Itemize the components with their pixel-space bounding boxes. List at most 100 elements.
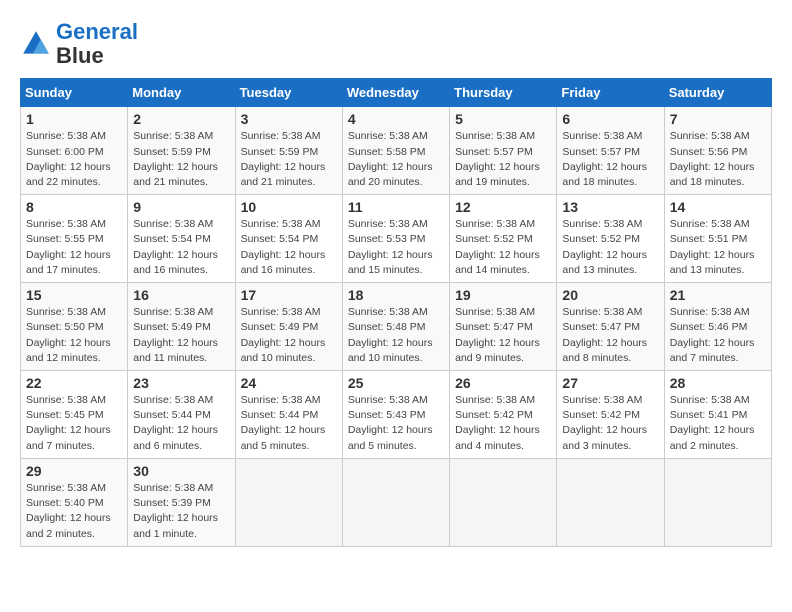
calendar-cell xyxy=(342,458,449,546)
day-number: 20 xyxy=(562,287,658,303)
day-info: Sunrise: 5:38 AMSunset: 5:57 PMDaylight:… xyxy=(455,130,540,188)
day-info: Sunrise: 5:38 AMSunset: 5:42 PMDaylight:… xyxy=(562,394,647,452)
day-info: Sunrise: 5:38 AMSunset: 5:47 PMDaylight:… xyxy=(562,306,647,364)
logo-text: GeneralBlue xyxy=(56,20,138,68)
day-info: Sunrise: 5:38 AMSunset: 5:50 PMDaylight:… xyxy=(26,306,111,364)
day-info: Sunrise: 5:38 AMSunset: 5:48 PMDaylight:… xyxy=(348,306,433,364)
day-number: 6 xyxy=(562,111,658,127)
calendar-week-5: 29 Sunrise: 5:38 AMSunset: 5:40 PMDaylig… xyxy=(21,458,772,546)
day-number: 14 xyxy=(670,199,766,215)
col-header-sunday: Sunday xyxy=(21,79,128,107)
page-header: GeneralBlue xyxy=(20,20,772,68)
calendar-cell: 15 Sunrise: 5:38 AMSunset: 5:50 PMDaylig… xyxy=(21,283,128,371)
day-number: 24 xyxy=(241,375,337,391)
calendar-cell: 30 Sunrise: 5:38 AMSunset: 5:39 PMDaylig… xyxy=(128,458,235,546)
day-number: 29 xyxy=(26,463,122,479)
calendar-cell xyxy=(664,458,771,546)
day-info: Sunrise: 5:38 AMSunset: 5:40 PMDaylight:… xyxy=(26,482,111,540)
day-info: Sunrise: 5:38 AMSunset: 5:57 PMDaylight:… xyxy=(562,130,647,188)
day-number: 30 xyxy=(133,463,229,479)
day-number: 2 xyxy=(133,111,229,127)
day-info: Sunrise: 5:38 AMSunset: 5:46 PMDaylight:… xyxy=(670,306,755,364)
day-info: Sunrise: 5:38 AMSunset: 5:49 PMDaylight:… xyxy=(133,306,218,364)
day-number: 28 xyxy=(670,375,766,391)
calendar-cell: 8 Sunrise: 5:38 AMSunset: 5:55 PMDayligh… xyxy=(21,195,128,283)
calendar-header: SundayMondayTuesdayWednesdayThursdayFrid… xyxy=(21,79,772,107)
col-header-tuesday: Tuesday xyxy=(235,79,342,107)
day-number: 4 xyxy=(348,111,444,127)
calendar-cell: 16 Sunrise: 5:38 AMSunset: 5:49 PMDaylig… xyxy=(128,283,235,371)
day-info: Sunrise: 5:38 AMSunset: 5:43 PMDaylight:… xyxy=(348,394,433,452)
calendar-cell: 13 Sunrise: 5:38 AMSunset: 5:52 PMDaylig… xyxy=(557,195,664,283)
col-header-saturday: Saturday xyxy=(664,79,771,107)
calendar-week-4: 22 Sunrise: 5:38 AMSunset: 5:45 PMDaylig… xyxy=(21,371,772,459)
calendar-cell: 17 Sunrise: 5:38 AMSunset: 5:49 PMDaylig… xyxy=(235,283,342,371)
calendar-cell: 28 Sunrise: 5:38 AMSunset: 5:41 PMDaylig… xyxy=(664,371,771,459)
day-number: 1 xyxy=(26,111,122,127)
col-header-thursday: Thursday xyxy=(450,79,557,107)
day-info: Sunrise: 5:38 AMSunset: 5:41 PMDaylight:… xyxy=(670,394,755,452)
col-header-friday: Friday xyxy=(557,79,664,107)
calendar-cell: 10 Sunrise: 5:38 AMSunset: 5:54 PMDaylig… xyxy=(235,195,342,283)
calendar-cell: 6 Sunrise: 5:38 AMSunset: 5:57 PMDayligh… xyxy=(557,107,664,195)
col-header-wednesday: Wednesday xyxy=(342,79,449,107)
day-number: 8 xyxy=(26,199,122,215)
calendar-cell: 1 Sunrise: 5:38 AMSunset: 6:00 PMDayligh… xyxy=(21,107,128,195)
calendar-cell: 26 Sunrise: 5:38 AMSunset: 5:42 PMDaylig… xyxy=(450,371,557,459)
calendar-cell: 20 Sunrise: 5:38 AMSunset: 5:47 PMDaylig… xyxy=(557,283,664,371)
calendar-week-1: 1 Sunrise: 5:38 AMSunset: 6:00 PMDayligh… xyxy=(21,107,772,195)
calendar-cell: 14 Sunrise: 5:38 AMSunset: 5:51 PMDaylig… xyxy=(664,195,771,283)
day-info: Sunrise: 5:38 AMSunset: 5:59 PMDaylight:… xyxy=(241,130,326,188)
day-number: 10 xyxy=(241,199,337,215)
day-info: Sunrise: 5:38 AMSunset: 5:52 PMDaylight:… xyxy=(562,218,647,276)
day-info: Sunrise: 5:38 AMSunset: 5:54 PMDaylight:… xyxy=(241,218,326,276)
calendar-cell: 22 Sunrise: 5:38 AMSunset: 5:45 PMDaylig… xyxy=(21,371,128,459)
calendar-cell: 25 Sunrise: 5:38 AMSunset: 5:43 PMDaylig… xyxy=(342,371,449,459)
day-info: Sunrise: 5:38 AMSunset: 5:45 PMDaylight:… xyxy=(26,394,111,452)
logo-icon xyxy=(20,28,52,60)
day-info: Sunrise: 5:38 AMSunset: 5:59 PMDaylight:… xyxy=(133,130,218,188)
calendar-cell: 7 Sunrise: 5:38 AMSunset: 5:56 PMDayligh… xyxy=(664,107,771,195)
day-info: Sunrise: 5:38 AMSunset: 5:44 PMDaylight:… xyxy=(241,394,326,452)
day-info: Sunrise: 5:38 AMSunset: 5:55 PMDaylight:… xyxy=(26,218,111,276)
day-number: 16 xyxy=(133,287,229,303)
calendar-table: SundayMondayTuesdayWednesdayThursdayFrid… xyxy=(20,78,772,546)
calendar-cell: 12 Sunrise: 5:38 AMSunset: 5:52 PMDaylig… xyxy=(450,195,557,283)
calendar-cell: 27 Sunrise: 5:38 AMSunset: 5:42 PMDaylig… xyxy=(557,371,664,459)
calendar-cell: 24 Sunrise: 5:38 AMSunset: 5:44 PMDaylig… xyxy=(235,371,342,459)
calendar-cell: 18 Sunrise: 5:38 AMSunset: 5:48 PMDaylig… xyxy=(342,283,449,371)
day-info: Sunrise: 5:38 AMSunset: 5:47 PMDaylight:… xyxy=(455,306,540,364)
day-info: Sunrise: 5:38 AMSunset: 5:49 PMDaylight:… xyxy=(241,306,326,364)
day-info: Sunrise: 5:38 AMSunset: 5:52 PMDaylight:… xyxy=(455,218,540,276)
day-number: 26 xyxy=(455,375,551,391)
day-number: 11 xyxy=(348,199,444,215)
calendar-cell: 5 Sunrise: 5:38 AMSunset: 5:57 PMDayligh… xyxy=(450,107,557,195)
calendar-cell: 3 Sunrise: 5:38 AMSunset: 5:59 PMDayligh… xyxy=(235,107,342,195)
calendar-cell: 4 Sunrise: 5:38 AMSunset: 5:58 PMDayligh… xyxy=(342,107,449,195)
calendar-cell xyxy=(450,458,557,546)
day-number: 23 xyxy=(133,375,229,391)
day-number: 25 xyxy=(348,375,444,391)
day-info: Sunrise: 5:38 AMSunset: 5:51 PMDaylight:… xyxy=(670,218,755,276)
day-number: 3 xyxy=(241,111,337,127)
calendar-week-2: 8 Sunrise: 5:38 AMSunset: 5:55 PMDayligh… xyxy=(21,195,772,283)
day-number: 15 xyxy=(26,287,122,303)
calendar-cell: 2 Sunrise: 5:38 AMSunset: 5:59 PMDayligh… xyxy=(128,107,235,195)
calendar-cell xyxy=(235,458,342,546)
day-number: 9 xyxy=(133,199,229,215)
calendar-week-3: 15 Sunrise: 5:38 AMSunset: 5:50 PMDaylig… xyxy=(21,283,772,371)
day-number: 19 xyxy=(455,287,551,303)
day-number: 22 xyxy=(26,375,122,391)
calendar-cell: 9 Sunrise: 5:38 AMSunset: 5:54 PMDayligh… xyxy=(128,195,235,283)
calendar-cell: 23 Sunrise: 5:38 AMSunset: 5:44 PMDaylig… xyxy=(128,371,235,459)
calendar-cell: 29 Sunrise: 5:38 AMSunset: 5:40 PMDaylig… xyxy=(21,458,128,546)
day-info: Sunrise: 5:38 AMSunset: 5:44 PMDaylight:… xyxy=(133,394,218,452)
day-info: Sunrise: 5:38 AMSunset: 5:56 PMDaylight:… xyxy=(670,130,755,188)
day-info: Sunrise: 5:38 AMSunset: 5:58 PMDaylight:… xyxy=(348,130,433,188)
day-number: 18 xyxy=(348,287,444,303)
day-number: 12 xyxy=(455,199,551,215)
day-info: Sunrise: 5:38 AMSunset: 6:00 PMDaylight:… xyxy=(26,130,111,188)
col-header-monday: Monday xyxy=(128,79,235,107)
day-number: 13 xyxy=(562,199,658,215)
calendar-cell: 19 Sunrise: 5:38 AMSunset: 5:47 PMDaylig… xyxy=(450,283,557,371)
